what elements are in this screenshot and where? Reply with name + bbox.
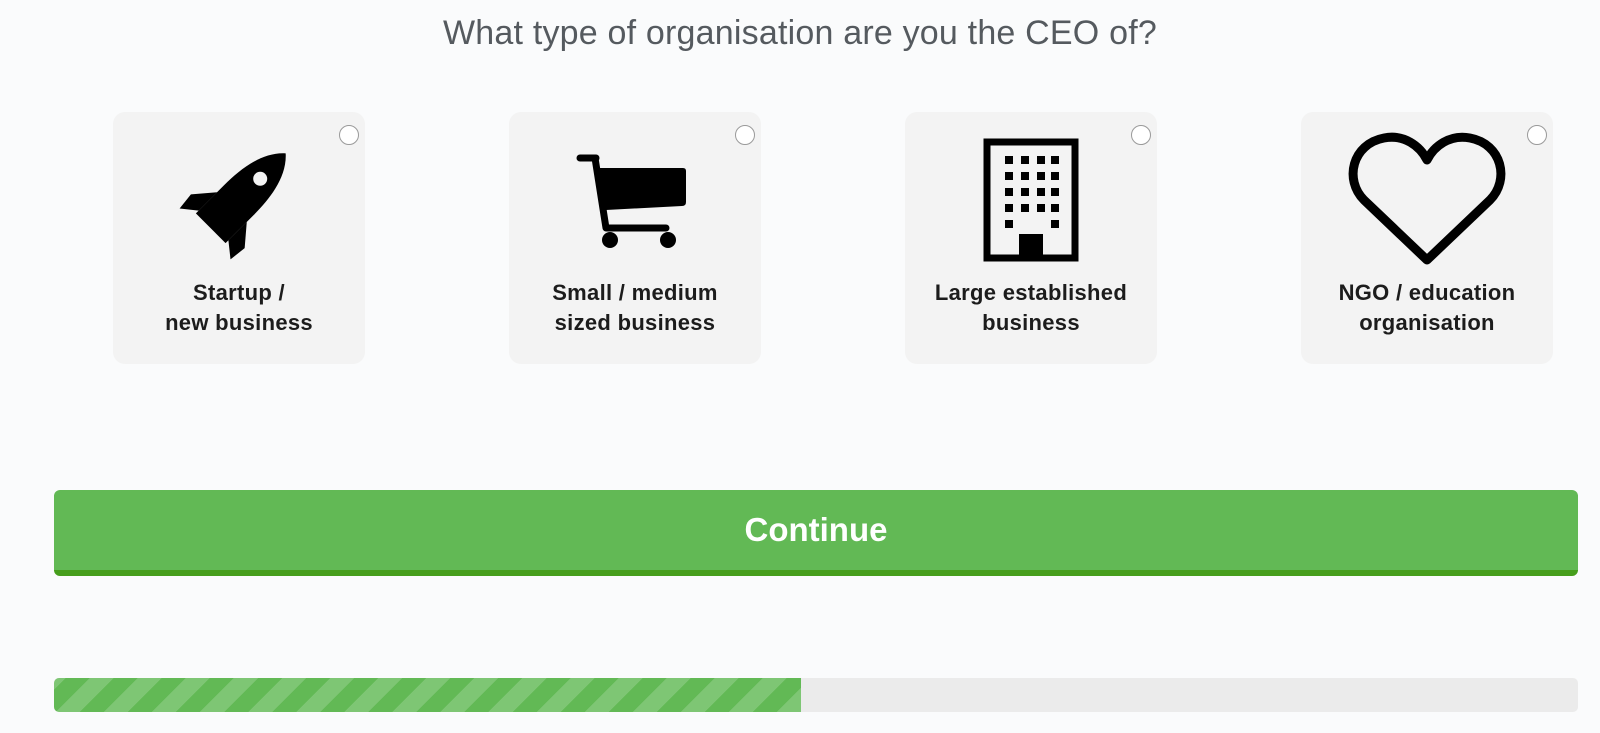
option-large-established-card[interactable]: Large established business bbox=[905, 112, 1157, 364]
option-small-medium-card[interactable]: Small / medium sized business bbox=[509, 112, 761, 364]
progress-bar bbox=[54, 678, 1578, 712]
option-ngo-education-label: NGO / education organisation bbox=[1338, 280, 1516, 335]
option-small-medium-label: Small / medium sized business bbox=[552, 280, 718, 335]
option-startup-label: Startup / new business bbox=[165, 280, 313, 335]
progress-bar-fill bbox=[54, 678, 801, 712]
rocket-icon bbox=[113, 130, 365, 270]
heart-icon bbox=[1301, 130, 1553, 270]
continue-button[interactable]: Continue bbox=[54, 490, 1578, 576]
organisation-type-step: What type of organisation are you the CE… bbox=[0, 0, 1600, 733]
option-ngo-education-card[interactable]: NGO / education organisation bbox=[1301, 112, 1553, 364]
option-startup-card[interactable]: Startup / new business bbox=[113, 112, 365, 364]
options-group: Startup / new business Small / medium si… bbox=[0, 0, 1600, 400]
option-large-established-label: Large established business bbox=[934, 280, 1128, 335]
shopping-cart-icon bbox=[509, 130, 761, 270]
office-building-icon bbox=[905, 130, 1157, 270]
